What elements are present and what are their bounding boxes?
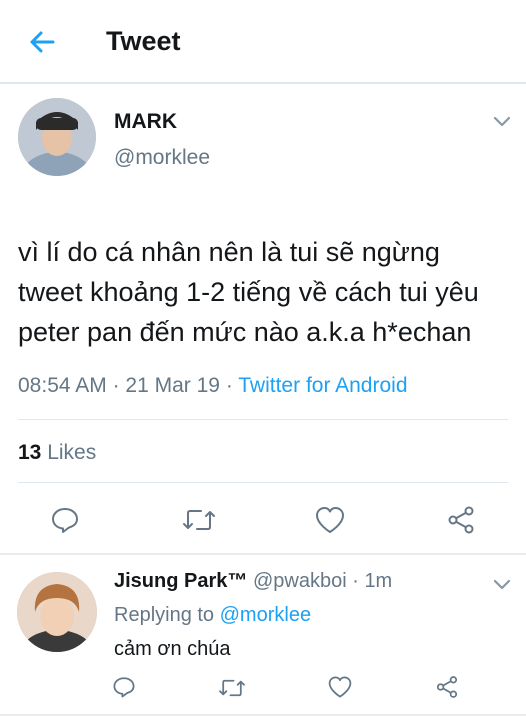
reply-text: cảm ơn chúa	[114, 638, 231, 660]
back-arrow-icon[interactable]	[28, 28, 56, 56]
like-icon[interactable]	[314, 505, 346, 535]
reply-header: Jisung Park™ @pwakboi · 1m	[114, 570, 392, 593]
tweet-date: 21 Mar 19	[125, 374, 220, 397]
share-icon[interactable]	[435, 675, 459, 699]
tweet-author-name[interactable]: MARK	[114, 110, 177, 134]
reply-icon[interactable]	[112, 675, 136, 699]
reply-author-name[interactable]: Jisung Park™	[114, 570, 247, 592]
avatar-image	[17, 572, 97, 652]
tweet-author-handle[interactable]: @morklee	[114, 146, 210, 170]
meta-separator: ·	[112, 374, 126, 397]
likes-summary[interactable]: 13 Likes	[18, 441, 96, 465]
likes-count: 13	[18, 441, 42, 464]
app-bar: Tweet	[0, 0, 526, 84]
replying-to-label: Replying to	[114, 604, 215, 626]
reply-icon[interactable]	[50, 505, 80, 535]
tweet-source-link[interactable]: Twitter for Android	[238, 374, 407, 397]
chevron-down-icon[interactable]	[493, 579, 511, 591]
reply-author-handle[interactable]: @pwakboi	[253, 570, 347, 592]
page-title: Tweet	[106, 26, 181, 56]
retweet-icon[interactable]	[218, 676, 246, 700]
chevron-down-icon[interactable]	[493, 116, 511, 128]
replying-to: Replying to @morklee	[114, 604, 311, 627]
likes-label: Likes	[47, 441, 97, 464]
divider	[18, 482, 508, 483]
avatar[interactable]	[18, 98, 96, 176]
like-icon[interactable]	[327, 675, 353, 699]
meta-separator: ·	[225, 374, 239, 397]
replying-to-handle[interactable]: @morklee	[220, 604, 311, 626]
tweet-text: vì lí do cá nhân nên là tui sẽ ngừng twe…	[18, 237, 479, 347]
tweet-time: 08:54 AM	[18, 374, 107, 397]
meta-separator: ·	[352, 570, 359, 592]
retweet-icon[interactable]	[182, 505, 216, 535]
divider	[18, 419, 508, 420]
reply-avatar[interactable]	[17, 572, 97, 652]
section-separator	[0, 553, 526, 555]
avatar-image	[18, 98, 96, 176]
share-icon[interactable]	[446, 505, 476, 535]
reply-age: 1m	[364, 570, 393, 592]
tweet-meta: 08:54 AM · 21 Mar 19 · Twitter for Andro…	[18, 374, 408, 398]
section-separator	[0, 714, 526, 716]
